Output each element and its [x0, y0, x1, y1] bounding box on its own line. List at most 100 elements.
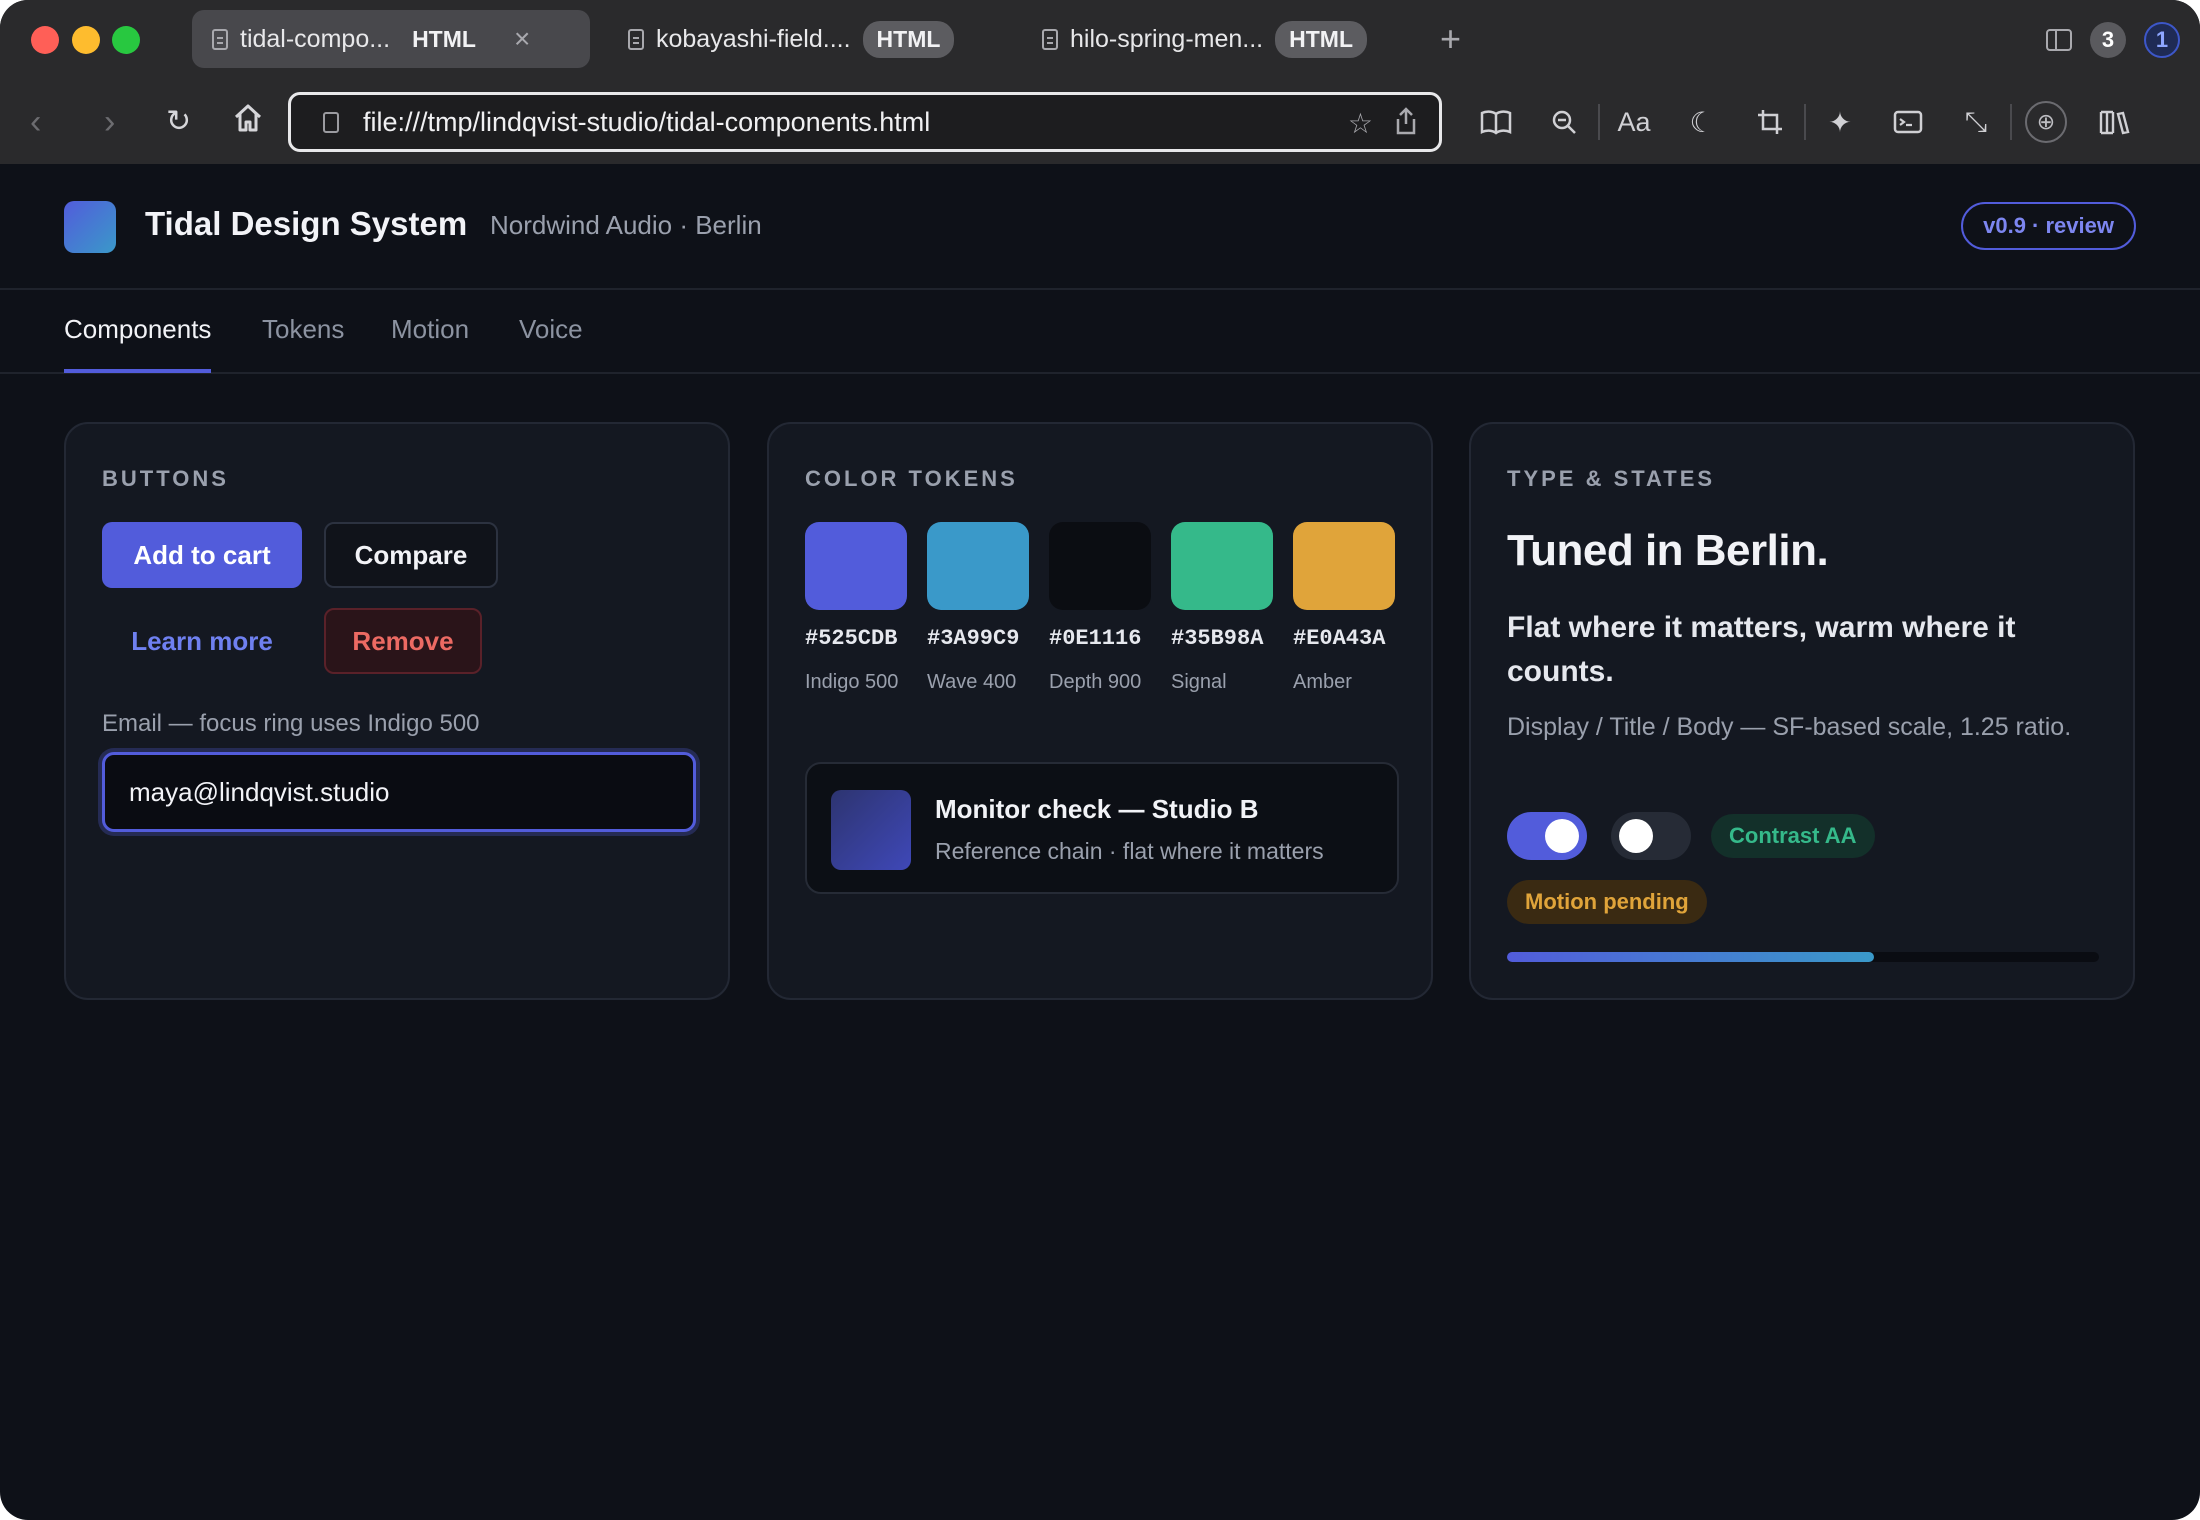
- motion-status-badge: Motion pending: [1507, 880, 1707, 924]
- swatch-amber[interactable]: #E0A43A Amber: [1293, 522, 1395, 703]
- terminal-icon[interactable]: [1874, 98, 1942, 146]
- swatch-name: Indigo 500: [805, 671, 899, 693]
- toggle-on[interactable]: [1507, 812, 1587, 860]
- tab-strip-controls: 3 1: [2046, 22, 2180, 58]
- page-icon: [323, 111, 339, 133]
- page-title: Tidal Design System: [145, 205, 468, 242]
- browser-tab-1[interactable]: tidal-compo... HTML ×: [192, 10, 590, 68]
- body-sample: Display / Title / Body — SF-based scale,…: [1507, 713, 2072, 741]
- card-heading: COLOR TOKENS: [805, 466, 1018, 491]
- contrast-status-badge: Contrast AA: [1711, 814, 1875, 858]
- url-text: file:///tmp/lindqvist-studio/tidal-compo…: [363, 106, 931, 137]
- swatch-signal[interactable]: #35B98A Signal: [1171, 522, 1273, 703]
- zoom-window-button[interactable]: [112, 26, 140, 54]
- email-field-label: Email — focus ring uses Indigo 500: [102, 710, 480, 737]
- browser-tab-3[interactable]: hilo-spring-men... HTML: [1022, 10, 1387, 68]
- home-icon[interactable]: [232, 102, 264, 143]
- monitor-check-item[interactable]: Monitor check — Studio B Reference chain…: [805, 762, 1399, 894]
- card-heading: TYPE & STATES: [1507, 466, 1716, 491]
- star-icon[interactable]: ☆: [1348, 107, 1373, 142]
- tab-motion[interactable]: Motion: [391, 314, 469, 369]
- book-icon[interactable]: [1462, 98, 1530, 146]
- swatch-hex: #525CDB: [805, 626, 898, 651]
- zoom-icon[interactable]: [1530, 98, 1598, 146]
- close-window-button[interactable]: [31, 26, 59, 54]
- title-sample: Flat where it matters, warm where it cou…: [1507, 611, 2016, 688]
- sparkle-icon[interactable]: ✦: [1806, 98, 1874, 146]
- swatch-hex: #3A99C9: [927, 626, 1020, 651]
- compare-button[interactable]: Compare: [324, 522, 498, 588]
- moon-icon[interactable]: ☾: [1668, 98, 1736, 146]
- display-sample: Tuned in Berlin.: [1507, 526, 1829, 575]
- swatch-name: Amber: [1293, 671, 1352, 693]
- forward-icon[interactable]: ›: [104, 102, 115, 142]
- page-subtitle: Nordwind Audio · Berlin: [490, 210, 762, 240]
- share-icon[interactable]: [1395, 107, 1417, 142]
- crop-icon[interactable]: [1736, 98, 1804, 146]
- back-icon[interactable]: ‹: [30, 102, 41, 142]
- swatch-name: Wave 400: [927, 671, 1017, 693]
- close-tab-icon[interactable]: ×: [514, 23, 530, 55]
- browser-tab-2[interactable]: kobayashi-field.... HTML: [608, 10, 974, 68]
- globe-icon[interactable]: ⊕: [2012, 98, 2080, 146]
- document-icon: [212, 28, 228, 50]
- toggle-knob: [1545, 819, 1579, 853]
- tab-count-badge[interactable]: 3: [2090, 22, 2126, 58]
- swatch-wave[interactable]: #3A99C9 Wave 400: [927, 522, 1029, 703]
- text-size-icon[interactable]: Aa: [1600, 98, 1668, 146]
- reader-label: Aa: [1617, 106, 1651, 137]
- swatch-row: #525CDB Indigo 500 #3A99C9 Wave 400 #0E1…: [805, 522, 1395, 703]
- swatch-hex: #0E1116: [1049, 626, 1142, 651]
- monitor-thumbnail: [831, 790, 911, 870]
- monitor-subtitle: Reference chain · flat where it matters: [935, 838, 1324, 864]
- email-field[interactable]: [102, 752, 696, 832]
- swatch-hex: #35B98A: [1171, 626, 1264, 651]
- address-bar[interactable]: file:///tmp/lindqvist-studio/tidal-compo…: [288, 92, 1442, 152]
- swatch-indigo[interactable]: #525CDB Indigo 500: [805, 522, 907, 703]
- remove-button[interactable]: Remove: [324, 608, 482, 674]
- browser-window: tidal-compo... HTML × kobayashi-field...…: [0, 0, 2200, 1520]
- document-icon: [628, 28, 644, 50]
- tab-components[interactable]: Components: [64, 314, 212, 373]
- tab-type-badge: HTML: [412, 25, 476, 52]
- library-icon[interactable]: [2080, 98, 2148, 146]
- swatch-name: Signal: [1171, 671, 1227, 693]
- monitor-title: Monitor check — Studio B: [935, 794, 1259, 824]
- tab-strip: tidal-compo... HTML × kobayashi-field...…: [0, 0, 2200, 80]
- learn-more-button[interactable]: Learn more: [102, 608, 302, 674]
- tab-title: tidal-compo...: [240, 24, 391, 53]
- swatch-chip: [927, 522, 1029, 610]
- tab-title: hilo-spring-men...: [1070, 24, 1264, 53]
- tab-tokens[interactable]: Tokens: [262, 314, 344, 369]
- resize-icon[interactable]: ⤡: [1942, 98, 2010, 146]
- swatch-chip: [1293, 522, 1395, 610]
- progress-bar: [1507, 952, 2099, 962]
- swatch-chip: [1049, 522, 1151, 610]
- swatch-chip: [1171, 522, 1273, 610]
- tab-type-badge: HTML: [1275, 20, 1368, 58]
- swatch-hex: #E0A43A: [1293, 626, 1386, 651]
- buttons-card: BUTTONS Add to cart Compare Learn more R…: [64, 422, 730, 1000]
- tab-title: kobayashi-field....: [656, 24, 851, 53]
- swatch-name: Depth 900: [1049, 671, 1142, 693]
- toggle-knob: [1619, 819, 1653, 853]
- brand-logo: [64, 201, 116, 253]
- app-header: Tidal Design System Nordwind Audio · Ber…: [0, 164, 2200, 290]
- card-heading: BUTTONS: [102, 466, 229, 491]
- reload-icon[interactable]: ↻: [166, 102, 191, 142]
- toggle-off[interactable]: [1611, 812, 1691, 860]
- new-tab-button[interactable]: +: [1440, 18, 1461, 60]
- globe-icon: ⊕: [2025, 101, 2067, 143]
- section-tabs: Components Tokens Motion Voice: [0, 290, 2200, 374]
- swatch-depth[interactable]: #0E1116 Depth 900: [1049, 522, 1151, 703]
- sidebar-icon[interactable]: [2046, 29, 2072, 51]
- private-count-badge[interactable]: 1: [2144, 22, 2180, 58]
- minimize-window-button[interactable]: [72, 26, 100, 54]
- color-tokens-card: COLOR TOKENS #525CDB Indigo 500 #3A99C9 …: [767, 422, 1433, 1000]
- browser-toolbar: ‹ › ↻ file:///tmp/lindqvist-studio/tidal…: [0, 80, 2200, 164]
- tab-voice[interactable]: Voice: [519, 314, 583, 369]
- version-badge: v0.9 · review: [1961, 202, 2136, 250]
- add-to-cart-button[interactable]: Add to cart: [102, 522, 302, 588]
- tab-type-badge: HTML: [862, 20, 955, 58]
- toolbar-icons: Aa ☾ ✦ ⤡ ⊕: [1462, 98, 2148, 146]
